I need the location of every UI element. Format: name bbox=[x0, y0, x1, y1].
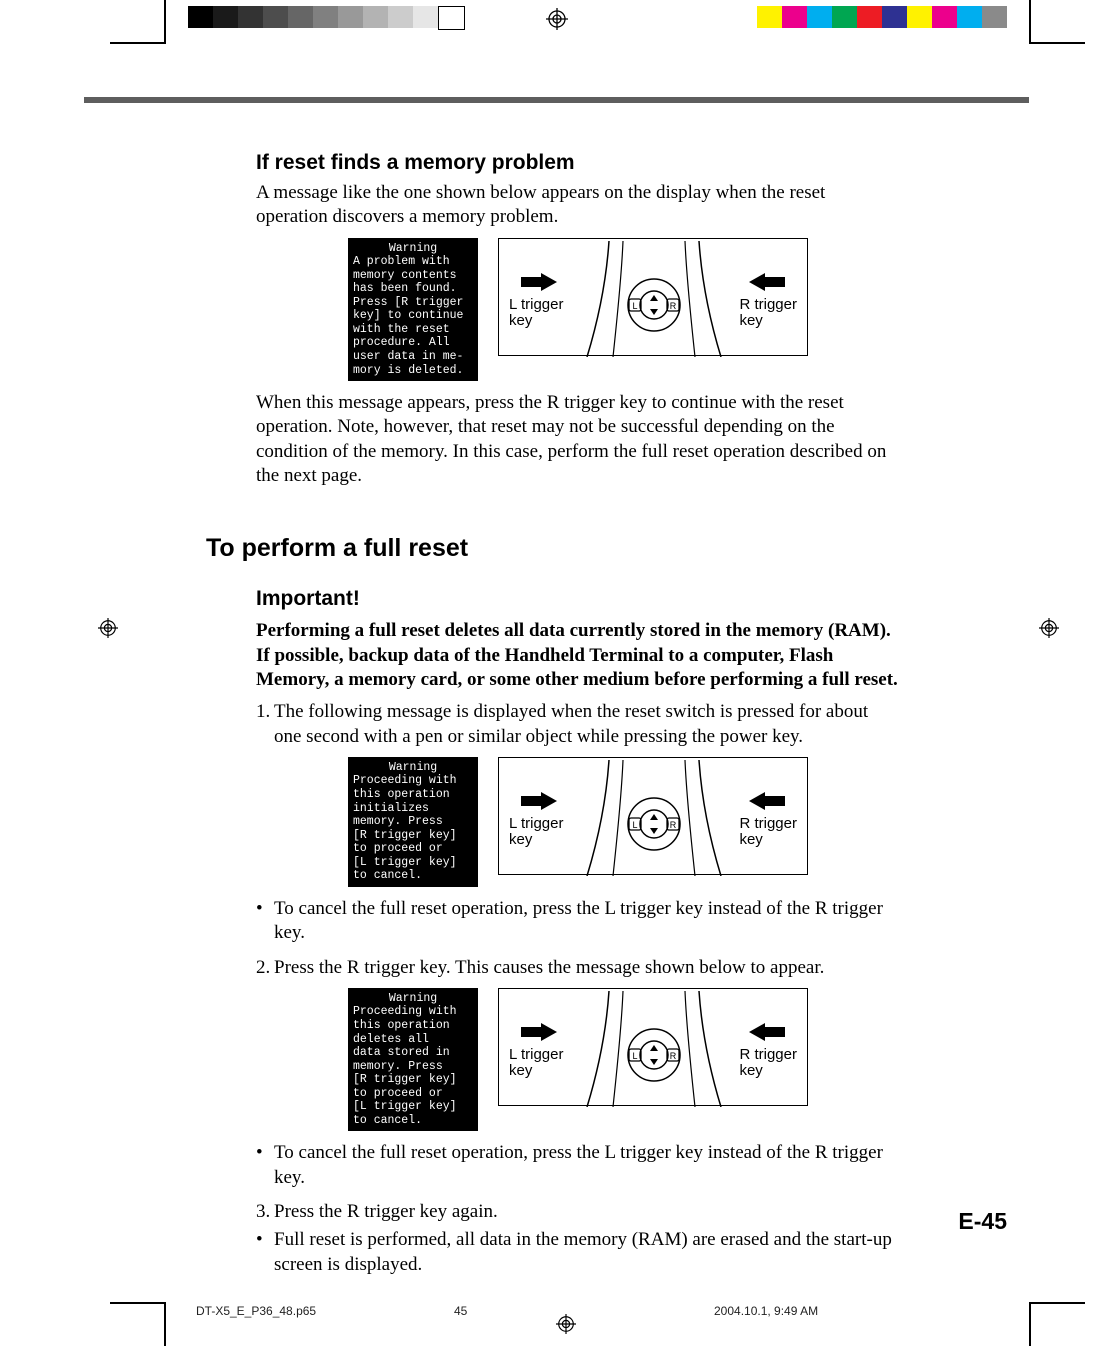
swatch bbox=[188, 6, 213, 28]
warning-body: Proceeding with this operation initializ… bbox=[353, 774, 457, 882]
arrow-right-icon bbox=[521, 273, 557, 291]
body-text: A message like the one shown below appea… bbox=[256, 181, 900, 230]
warning-body: A problem with memory contents has been … bbox=[353, 255, 463, 377]
device-warning-screen: WarningProceeding with this operation in… bbox=[348, 757, 478, 887]
swatch bbox=[907, 6, 932, 28]
figure-full-reset-2: WarningProceeding with this operation de… bbox=[256, 988, 900, 1132]
crop-mark bbox=[164, 1302, 166, 1346]
swatch bbox=[932, 6, 957, 28]
swatch bbox=[438, 6, 465, 30]
body-text: When this message appears, press the R t… bbox=[256, 391, 900, 488]
crop-mark bbox=[1031, 1302, 1085, 1304]
handheld-device-icon: L R bbox=[579, 991, 729, 1107]
r-key-letter: R bbox=[670, 1051, 677, 1061]
swatch bbox=[957, 6, 982, 28]
swatch bbox=[263, 6, 288, 28]
step-number: 2. bbox=[256, 956, 274, 980]
handheld-device-icon: L R bbox=[579, 760, 729, 876]
horizontal-rule bbox=[84, 97, 1029, 103]
step-text: Press the R trigger key again. bbox=[274, 1200, 900, 1224]
arrow-right-icon bbox=[521, 1023, 557, 1041]
swatch bbox=[832, 6, 857, 28]
important-heading: Important! bbox=[256, 586, 900, 613]
r-key-letter: R bbox=[670, 820, 677, 830]
l-trigger-label: L trigger key bbox=[509, 816, 563, 849]
registration-mark-icon bbox=[1039, 618, 1059, 638]
warning-body: Proceeding with this operation deletes a… bbox=[353, 1005, 457, 1127]
l-trigger-label: L trigger key bbox=[509, 1047, 563, 1080]
footer-page: 45 bbox=[454, 1304, 467, 1318]
bullet-text: Full reset is performed, all data in the… bbox=[274, 1228, 900, 1277]
swatch bbox=[238, 6, 263, 28]
r-trigger-label: R trigger key bbox=[739, 816, 797, 849]
crop-mark bbox=[1031, 42, 1085, 44]
subsection-heading: If reset finds a memory problem bbox=[256, 150, 900, 177]
device-diagram: L trigger key R trigger key bbox=[498, 988, 808, 1106]
arrow-left-icon bbox=[749, 273, 785, 291]
crop-mark bbox=[1029, 1302, 1031, 1346]
r-key-letter: R bbox=[670, 301, 677, 311]
arrow-left-icon bbox=[749, 1023, 785, 1041]
bullet-icon: • bbox=[256, 897, 274, 946]
swatch bbox=[857, 6, 882, 28]
footer-filename: DT-X5_E_P36_48.p65 bbox=[196, 1304, 316, 1318]
figure-memory-problem: WarningA problem with memory contents ha… bbox=[256, 238, 900, 382]
warning-title: Warning bbox=[353, 992, 473, 1006]
l-key-letter: L bbox=[632, 301, 637, 311]
swatch bbox=[313, 6, 338, 28]
figure-full-reset-1: WarningProceeding with this operation in… bbox=[256, 757, 900, 887]
swatch bbox=[363, 6, 388, 28]
step-number: 1. bbox=[256, 700, 274, 749]
swatch bbox=[388, 6, 413, 28]
step-text: The following message is displayed when … bbox=[274, 700, 900, 749]
print-footer: DT-X5_E_P36_48.p65 45 2004.10.1, 9:49 AM bbox=[0, 1296, 1113, 1346]
bullet-icon: • bbox=[256, 1228, 274, 1277]
swatch bbox=[807, 6, 832, 28]
page-number: E-45 bbox=[958, 1208, 1007, 1235]
step-number: 3. bbox=[256, 1200, 274, 1224]
swatch bbox=[982, 6, 1007, 28]
swatch bbox=[782, 6, 807, 28]
footer-timestamp: 2004.10.1, 9:49 AM bbox=[714, 1304, 818, 1318]
registration-mark-icon bbox=[546, 8, 568, 30]
swatch bbox=[413, 6, 438, 28]
swatch bbox=[213, 6, 238, 28]
grayscale-bar bbox=[188, 6, 465, 28]
registration-mark-icon bbox=[556, 1314, 576, 1334]
handheld-device-icon: L R bbox=[579, 241, 729, 357]
step-text: Press the R trigger key. This causes the… bbox=[274, 956, 900, 980]
device-diagram: L trigger key R trigger key bbox=[498, 757, 808, 875]
device-warning-screen: WarningProceeding with this operation de… bbox=[348, 988, 478, 1132]
color-bar bbox=[757, 6, 1007, 28]
warning-title: Warning bbox=[353, 761, 473, 775]
l-key-letter: L bbox=[632, 820, 637, 830]
bullet-icon: • bbox=[256, 1141, 274, 1190]
important-body: Performing a full reset deletes all data… bbox=[256, 619, 900, 692]
crop-mark bbox=[110, 42, 164, 44]
r-trigger-label: R trigger key bbox=[739, 297, 797, 330]
print-registration-top bbox=[0, 0, 1113, 50]
swatch bbox=[757, 6, 782, 28]
bullet-text: To cancel the full reset operation, pres… bbox=[274, 897, 900, 946]
device-warning-screen: WarningA problem with memory contents ha… bbox=[348, 238, 478, 382]
swatch bbox=[338, 6, 363, 28]
warning-title: Warning bbox=[353, 242, 473, 256]
crop-mark bbox=[1029, 0, 1031, 44]
crop-mark bbox=[110, 1302, 164, 1304]
l-trigger-label: L trigger key bbox=[509, 297, 563, 330]
swatch bbox=[288, 6, 313, 28]
r-trigger-label: R trigger key bbox=[739, 1047, 797, 1080]
l-key-letter: L bbox=[632, 1051, 637, 1061]
arrow-right-icon bbox=[521, 792, 557, 810]
swatch bbox=[882, 6, 907, 28]
crop-mark bbox=[164, 0, 166, 44]
arrow-left-icon bbox=[749, 792, 785, 810]
device-diagram: L trigger key R trigger key L R bbox=[498, 238, 808, 356]
section-heading: To perform a full reset bbox=[206, 532, 900, 564]
registration-mark-icon bbox=[98, 618, 118, 638]
bullet-text: To cancel the full reset operation, pres… bbox=[274, 1141, 900, 1190]
